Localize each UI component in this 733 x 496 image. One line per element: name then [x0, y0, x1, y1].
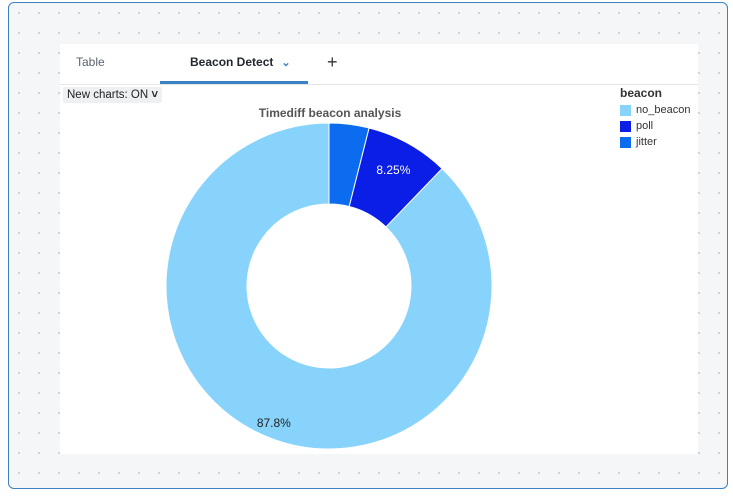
chart-legend: beacon no_beacon poll jitter [620, 86, 690, 150]
slice-label-poll: 8.25% [376, 163, 410, 177]
legend-swatch [620, 136, 631, 148]
legend-item-no-beacon[interactable]: no_beacon [620, 102, 690, 118]
legend-item-jitter[interactable]: jitter [620, 134, 690, 150]
legend-swatch [620, 104, 631, 116]
legend-label: no_beacon [636, 104, 691, 116]
dashboard-canvas: Table Beacon Detect ⌄ + New charts: ON ˅ … [8, 2, 728, 489]
legend-label: poll [636, 120, 654, 132]
donut-chart: 87.8% 8.25% [165, 122, 493, 450]
slice-label-no-beacon: 87.8% [257, 416, 291, 430]
chart-panel: Table Beacon Detect ⌄ + New charts: ON ˅ … [60, 44, 698, 454]
legend-item-poll[interactable]: poll [620, 118, 690, 134]
legend-label: jitter [636, 136, 657, 148]
legend-swatch [620, 120, 631, 132]
legend-title: beacon [620, 86, 663, 100]
